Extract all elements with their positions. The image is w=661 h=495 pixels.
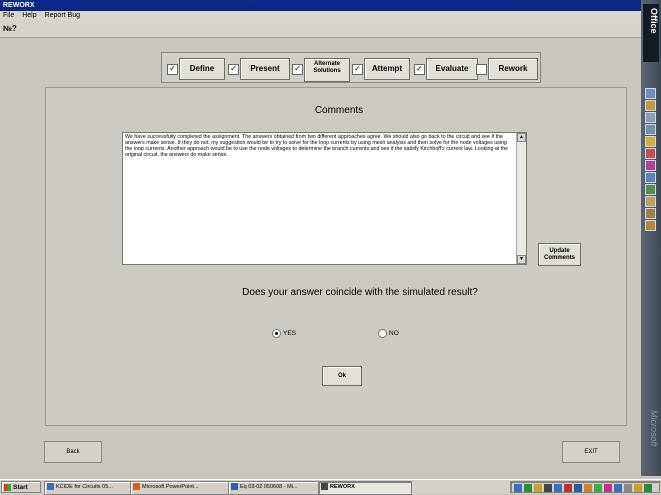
yes-radio-option[interactable]: YES <box>272 328 312 340</box>
office-shortcut-icon[interactable] <box>645 112 656 123</box>
back-button[interactable]: Back <box>44 441 102 463</box>
stage-present-checkbox[interactable]: ✓ <box>228 64 239 75</box>
menu-report-bug[interactable]: Report Bug <box>45 12 80 19</box>
comments-title: Comments <box>314 105 364 116</box>
stage-define-button[interactable]: Define <box>179 58 225 80</box>
exit-button[interactable]: EXIT <box>562 441 620 463</box>
menu-file[interactable]: File <box>3 12 14 19</box>
start-label: Start <box>13 484 28 491</box>
tray-icon[interactable] <box>634 484 642 492</box>
comments-textarea[interactable]: We have successfully completed the assig… <box>122 132 527 265</box>
context-help-icon[interactable]: №? <box>3 22 17 35</box>
tray-icon[interactable] <box>644 484 652 492</box>
stage-evaluate-checkbox[interactable]: ✓ <box>414 64 425 75</box>
no-radio-option[interactable]: NO <box>378 328 418 340</box>
taskbar-item-active[interactable]: REWORX <box>318 481 412 495</box>
office-shortcut-icon[interactable] <box>645 208 656 219</box>
taskbar-item[interactable]: Microsoft PowerPoint... <box>130 481 230 495</box>
start-button[interactable]: Start <box>1 481 41 493</box>
office-shortcut-bar <box>641 0 661 476</box>
powerpoint-icon <box>133 483 140 491</box>
stage-present-button[interactable]: Present <box>240 58 290 80</box>
tray-icon[interactable] <box>614 484 622 492</box>
tray-icon[interactable] <box>514 484 522 492</box>
tray-icon[interactable] <box>574 484 582 492</box>
window-title: REWORX <box>0 0 641 11</box>
ok-button[interactable]: Ok <box>322 366 362 386</box>
yes-label: YES <box>283 330 297 337</box>
stage-rework-button[interactable]: Rework <box>488 58 538 80</box>
stage-bar: ✓ Define ✓ Present ✓ Alternate Solutions… <box>161 52 541 83</box>
office-shortcut-icon[interactable] <box>645 100 656 111</box>
office-shortcut-icon[interactable] <box>645 196 656 207</box>
stage-define-checkbox[interactable]: ✓ <box>167 64 178 75</box>
windows-logo-icon <box>4 483 11 491</box>
scroll-down-icon[interactable]: ▼ <box>517 255 526 264</box>
office-shortcut-icon[interactable] <box>645 124 656 135</box>
stage-rework-checkbox[interactable] <box>476 64 487 75</box>
stage-alternate-solutions-checkbox[interactable]: ✓ <box>292 64 303 75</box>
tray-icon[interactable] <box>624 484 632 492</box>
stage-attempt-checkbox[interactable]: ✓ <box>352 64 363 75</box>
tray-icon[interactable] <box>584 484 592 492</box>
menu-help[interactable]: Help <box>22 12 36 19</box>
tray-icon[interactable] <box>554 484 562 492</box>
office-shortcut-icon[interactable] <box>645 184 656 195</box>
app-icon <box>47 483 54 491</box>
office-shortcut-icon[interactable] <box>645 160 656 171</box>
tray-icon[interactable] <box>534 484 542 492</box>
tray-icon[interactable] <box>604 484 612 492</box>
app-icon <box>321 483 328 491</box>
menu-bar: File Help Report Bug <box>0 11 641 21</box>
comments-scrollbar[interactable]: ▲ ▼ <box>516 133 526 264</box>
stage-evaluate-button[interactable]: Evaluate <box>426 58 478 80</box>
tray-icon[interactable] <box>594 484 602 492</box>
yes-radio-button[interactable] <box>272 328 281 338</box>
taskbar-item[interactable]: KCIDE for Circuits 05... <box>44 481 132 495</box>
scroll-up-icon[interactable]: ▲ <box>517 133 526 142</box>
microsoft-label: Microsoft <box>649 410 659 447</box>
system-tray <box>510 481 660 493</box>
office-shortcut-icon[interactable] <box>645 136 656 147</box>
office-shortcut-icons <box>645 88 657 232</box>
office-shortcut-icon[interactable] <box>645 88 656 99</box>
office-shortcut-icon[interactable] <box>645 172 656 183</box>
tray-icon[interactable] <box>544 484 552 492</box>
simulation-question: Does your answer coincide with the simul… <box>242 287 478 298</box>
stage-attempt-button[interactable]: Attempt <box>364 58 410 80</box>
toolbar <box>0 21 641 38</box>
no-label: NO <box>389 330 399 337</box>
office-shortcut-icon[interactable] <box>645 220 656 231</box>
no-radio-button[interactable] <box>378 328 387 338</box>
office-label: Office <box>649 8 659 34</box>
word-icon <box>231 483 238 491</box>
stage-alternate-solutions-button[interactable]: Alternate Solutions <box>304 58 350 82</box>
office-shortcut-icon[interactable] <box>645 148 656 159</box>
taskbar-item[interactable]: Eq 03-02 050608 - Mi... <box>228 481 320 495</box>
update-comments-button[interactable]: Update Comments <box>538 243 581 266</box>
tray-icon[interactable] <box>524 484 532 492</box>
tray-icon[interactable] <box>564 484 572 492</box>
